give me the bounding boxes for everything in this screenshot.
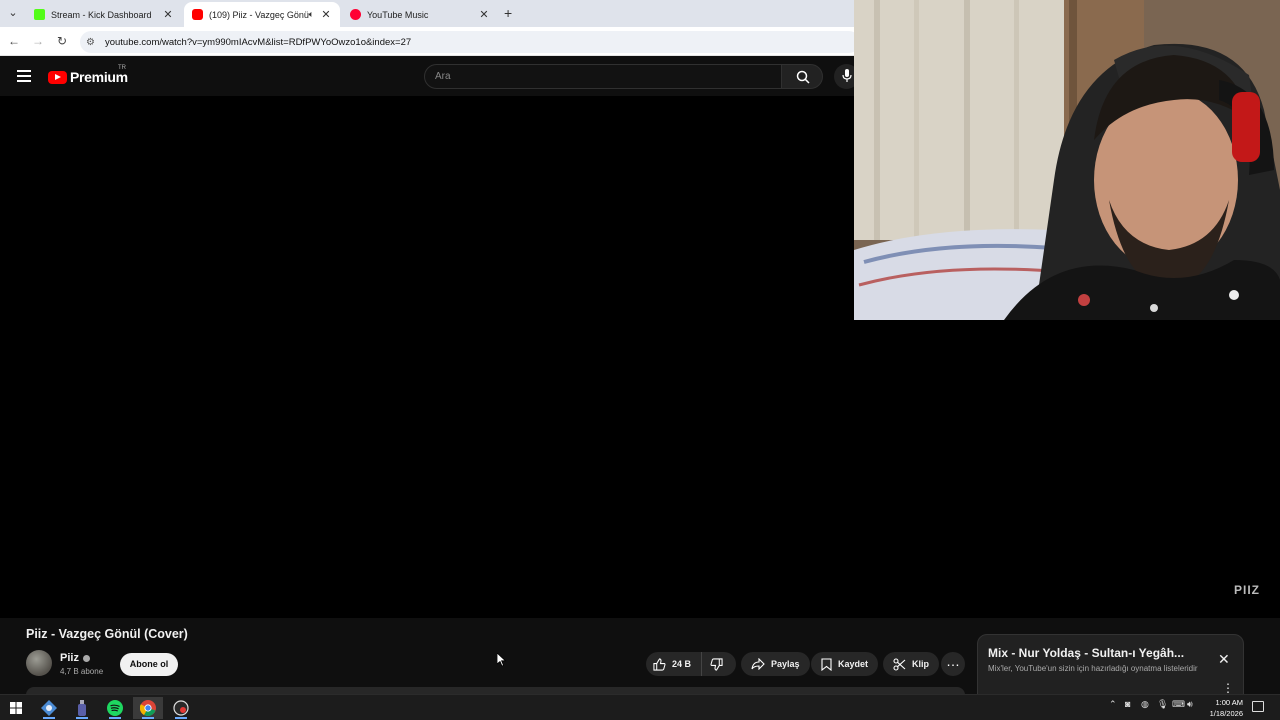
running-indicator: [76, 717, 88, 719]
tray-network-icon[interactable]: ⌨︎: [1172, 699, 1185, 710]
youtube-premium-logo[interactable]: Premium TR: [48, 65, 128, 85]
chrome-icon: [140, 700, 156, 716]
windows-start-icon[interactable]: [1, 697, 31, 719]
webcam-overlay: [854, 0, 1280, 320]
tab-title: YouTube Music: [367, 9, 429, 20]
spotify-icon: [107, 700, 123, 716]
channel-name: Piiz: [60, 652, 79, 664]
hamburger-menu-icon[interactable]: [17, 70, 31, 82]
youtube-music-icon: [350, 9, 361, 20]
save-button[interactable]: Kaydet: [811, 652, 879, 676]
screen: ⌄ Stream - Kick Dashboard ✕ (109) Piiz -…: [0, 0, 1280, 720]
bottle-icon: [78, 700, 86, 716]
tray-chevron-up-icon[interactable]: ⌃: [1109, 699, 1117, 710]
kick-icon: [34, 9, 45, 20]
search-button[interactable]: [781, 64, 823, 89]
clock-date: 1/18/2026: [1209, 709, 1243, 718]
thumbs-up-icon: [653, 657, 666, 671]
webcam-feed-image: [854, 0, 1280, 320]
tab-close-icon[interactable]: ✕: [478, 8, 490, 21]
bookmark-icon: [821, 657, 832, 671]
running-indicator: [43, 717, 55, 719]
tray-steam-icon[interactable]: ◍: [1141, 699, 1149, 710]
youtube-play-icon: [48, 70, 67, 84]
speaker-icon[interactable]: 🔈︎: [309, 9, 314, 20]
like-count: 24 B: [672, 659, 692, 669]
tab-search-chevron-icon[interactable]: ⌄: [4, 5, 22, 21]
tab-title: (109) Piiz - Vazgeç Gönül (C: [209, 9, 309, 20]
mix-subtitle: Mix'ler, YouTube'un sizin için hazırladı…: [988, 664, 1198, 673]
share-button[interactable]: Paylaş: [741, 652, 810, 676]
share-label: Paylaş: [771, 659, 800, 669]
running-indicator: [109, 717, 121, 719]
youtube-icon: [192, 9, 203, 20]
tab-youtube-video[interactable]: (109) Piiz - Vazgeç Gönül (C 🔈︎ ✕: [184, 2, 340, 27]
microphone-icon: [842, 69, 852, 82]
taskbar-spotify-icon[interactable]: [100, 697, 130, 719]
clock-time: 1:00 AM: [1215, 698, 1243, 707]
tray-volume-icon[interactable]: 🔊︎: [1187, 699, 1193, 710]
windows-logo-icon: [10, 702, 22, 714]
windows-taskbar: ⌃ ◙ ◍ 🎙︎ ⌨︎ 🔊︎ 1:00 AM 1/18/2026: [0, 694, 1280, 720]
subscriber-count: 4,7 B abone: [60, 667, 104, 676]
video-title: Piiz - Vazgeç Gönül (Cover): [26, 627, 188, 641]
taskbar-app-gear-icon[interactable]: [34, 697, 64, 719]
region-code: TR: [118, 65, 126, 71]
share-arrow-icon: [751, 658, 765, 670]
back-arrow-icon[interactable]: ←: [6, 33, 22, 49]
taskbar-obs-icon[interactable]: [166, 697, 196, 719]
taskbar-clock[interactable]: 1:00 AM 1/18/2026: [1203, 697, 1243, 719]
mix-title[interactable]: Mix - Nur Yoldaş - Sultan-ı Yegâh...: [988, 646, 1198, 660]
like-button[interactable]: 24 B: [646, 652, 702, 676]
reload-icon[interactable]: ↻: [54, 33, 70, 49]
url-text: youtube.com/watch?v=ym990mIAcvM&list=RDf…: [104, 36, 412, 48]
record-icon: [173, 700, 189, 716]
tab-youtube-music[interactable]: YouTube Music ✕: [342, 2, 498, 27]
forward-arrow-icon[interactable]: →: [30, 33, 46, 49]
search-input[interactable]: Ara: [424, 64, 782, 89]
tray-discord-icon[interactable]: ◙: [1125, 699, 1130, 709]
tab-kick-dashboard[interactable]: Stream - Kick Dashboard ✕: [26, 2, 182, 27]
notification-center-icon[interactable]: [1252, 701, 1264, 712]
tray-microphone-icon[interactable]: 🎙︎: [1157, 699, 1168, 710]
channel-watermark: PIIZ: [1234, 583, 1261, 597]
address-bar[interactable]: ⚙︎ youtube.com/watch?v=ym990mIAcvM&list=…: [80, 31, 860, 53]
tab-close-icon[interactable]: ✕: [320, 8, 332, 21]
taskbar-chrome-icon[interactable]: [133, 697, 163, 719]
like-dislike-group: 24 B: [646, 652, 736, 676]
save-label: Kaydet: [838, 659, 869, 669]
verified-badge-icon: [82, 654, 90, 662]
logo-text: Premium: [70, 69, 128, 85]
tab-close-icon[interactable]: ✕: [162, 8, 174, 21]
mouse-cursor-icon: [497, 653, 507, 667]
thumbs-down-icon: [710, 657, 723, 671]
scissors-icon: [893, 657, 906, 671]
vertical-dots-menu-icon[interactable]: ⋮: [1222, 681, 1234, 695]
clip-button[interactable]: Klip: [883, 652, 939, 676]
search-icon: [796, 70, 810, 84]
channel-avatar[interactable]: [26, 650, 52, 676]
close-icon[interactable]: ✕: [1218, 651, 1230, 668]
channel-name-link[interactable]: Piiz: [60, 652, 90, 664]
new-tab-plus-icon[interactable]: +: [504, 5, 512, 21]
app-logo-icon: [41, 700, 57, 716]
tab-title: Stream - Kick Dashboard: [51, 9, 152, 20]
running-indicator: [175, 717, 187, 719]
dislike-button[interactable]: [702, 652, 736, 676]
site-info-icon[interactable]: ⚙︎: [86, 37, 95, 48]
clip-label: Klip: [912, 659, 929, 669]
subscribe-button[interactable]: Abone ol: [120, 653, 178, 676]
more-actions-icon[interactable]: …: [941, 652, 965, 676]
running-indicator: [142, 717, 154, 719]
taskbar-app-bottle-icon[interactable]: [67, 697, 97, 719]
